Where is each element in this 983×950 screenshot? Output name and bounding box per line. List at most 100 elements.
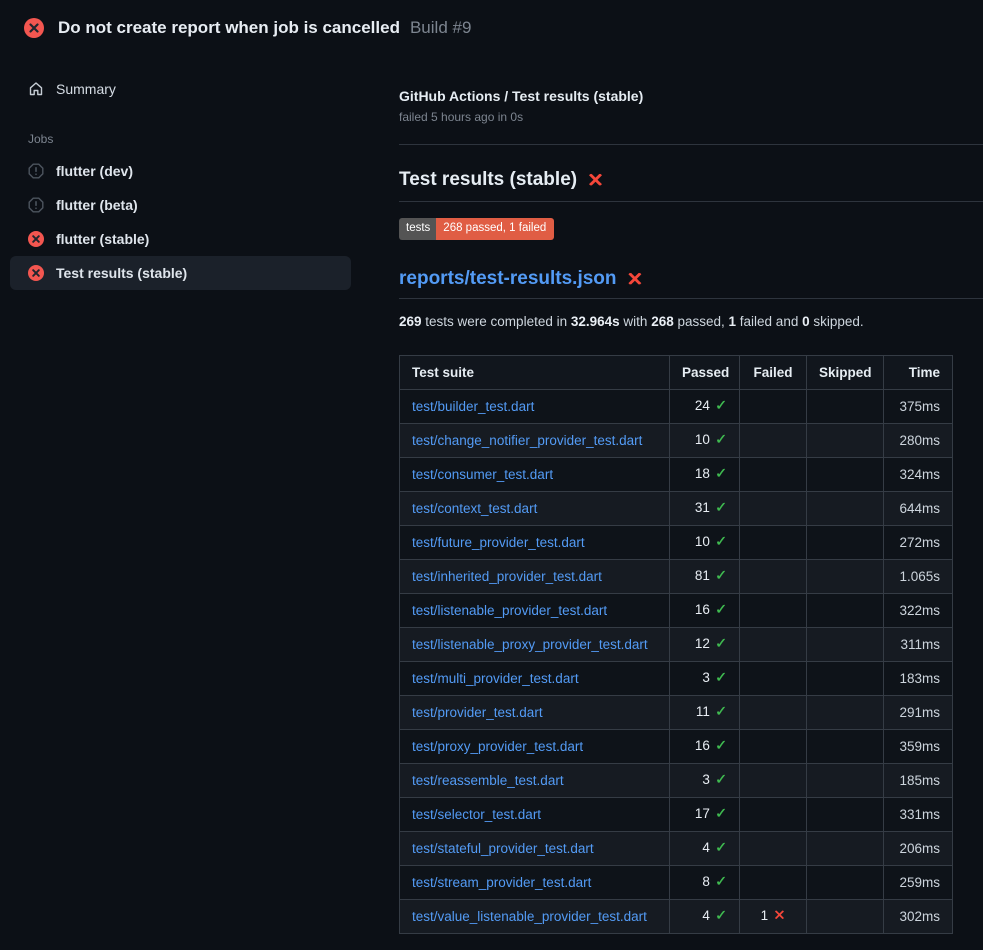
- cell-failed: [740, 627, 807, 661]
- cell-skipped: [807, 491, 884, 525]
- cell-time: 272ms: [884, 525, 953, 559]
- count-value: 3: [702, 670, 710, 685]
- column-header-failed: Failed: [740, 355, 807, 389]
- section-title: Test results (stable) ✕: [399, 169, 983, 202]
- jobs-section-label: Jobs: [28, 132, 351, 146]
- cell-skipped: [807, 763, 884, 797]
- run-status-line: failed 5 hours ago in 0s: [399, 110, 983, 124]
- cell-time: 324ms: [884, 457, 953, 491]
- table-header-row: Test suite Passed Failed Skipped Time: [400, 355, 953, 389]
- section-title-text: Test results (stable): [399, 169, 577, 191]
- report-file-link[interactable]: reports/test-results.json: [399, 268, 617, 290]
- test-suite-link[interactable]: test/context_test.dart: [412, 501, 537, 516]
- job-failed-icon: [28, 265, 44, 281]
- cell-passed: 24 ✓: [670, 389, 740, 423]
- cell-failed: 1✕: [740, 899, 807, 933]
- cell-failed: [740, 865, 807, 899]
- tests-badge-label: tests: [399, 218, 436, 240]
- check-icon: ✓: [715, 636, 727, 652]
- cell-skipped: [807, 865, 884, 899]
- cell-passed: 16✓: [670, 593, 740, 627]
- report-title: reports/test-results.json ✕: [399, 268, 983, 299]
- cell-failed: [740, 423, 807, 457]
- count-value: 24: [695, 398, 710, 413]
- test-suite-link[interactable]: test/multi_provider_test.dart: [412, 671, 579, 686]
- table-row: test/proxy_provider_test.dart16✓359ms: [400, 729, 953, 763]
- check-icon: ✓: [715, 602, 727, 618]
- job-failed-icon: [28, 231, 44, 247]
- sidebar-job-item-2[interactable]: flutter (stable): [10, 222, 351, 256]
- test-results-table: Test suite Passed Failed Skipped Time te…: [399, 355, 953, 934]
- cell-time: 322ms: [884, 593, 953, 627]
- cell-skipped: [807, 389, 884, 423]
- test-suite-link[interactable]: test/change_notifier_provider_test.dart: [412, 433, 642, 448]
- count-value: 8: [702, 874, 710, 889]
- count-value: 4: [702, 840, 710, 855]
- table-row: test/reassemble_test.dart3✓185ms: [400, 763, 953, 797]
- count-value: 11: [696, 704, 710, 719]
- test-suite-link[interactable]: test/proxy_provider_test.dart: [412, 739, 583, 754]
- cell-test-suite: test/change_notifier_provider_test.dart: [400, 423, 670, 457]
- check-icon: ✓: [715, 738, 727, 754]
- table-row: test/multi_provider_test.dart3✓183ms: [400, 661, 953, 695]
- summary-segment: failed and: [736, 314, 802, 329]
- build-title: Do not create report when job is cancell…: [58, 18, 400, 38]
- count-value: 12: [695, 636, 710, 651]
- cell-passed: 10✓: [670, 525, 740, 559]
- sidebar-job-item-0[interactable]: flutter (dev): [10, 154, 351, 188]
- count-value: 10: [695, 432, 710, 447]
- test-suite-link[interactable]: test/builder_test.dart: [412, 399, 534, 414]
- test-suite-link[interactable]: test/value_listenable_provider_test.dart: [412, 909, 647, 924]
- cell-passed: 11✓: [670, 695, 740, 729]
- cell-test-suite: test/consumer_test.dart: [400, 457, 670, 491]
- summary-segment: 269: [399, 314, 422, 329]
- cell-passed: 8✓: [670, 865, 740, 899]
- check-icon: ✓: [715, 874, 727, 890]
- cell-test-suite: test/value_listenable_provider_test.dart: [400, 899, 670, 933]
- cell-time: 185ms: [884, 763, 953, 797]
- count-value: 3: [702, 772, 710, 787]
- cell-passed: 81✓: [670, 559, 740, 593]
- cell-time: 302ms: [884, 899, 953, 933]
- test-suite-link[interactable]: test/listenable_proxy_provider_test.dart: [412, 637, 648, 652]
- main-content: GitHub Actions / Test results (stable) f…: [399, 56, 983, 934]
- sidebar-job-item-1[interactable]: flutter (beta): [10, 188, 351, 222]
- cell-failed: [740, 559, 807, 593]
- cell-skipped: [807, 729, 884, 763]
- sidebar-item-summary[interactable]: Summary: [10, 72, 351, 106]
- test-suite-link[interactable]: test/consumer_test.dart: [412, 467, 553, 482]
- cell-time: 331ms: [884, 797, 953, 831]
- summary-segment: with: [620, 314, 652, 329]
- check-icon: ✓: [715, 398, 727, 414]
- summary-segment: 32.964s: [571, 314, 620, 329]
- job-neutral-icon: [28, 163, 44, 179]
- test-suite-link[interactable]: test/listenable_provider_test.dart: [412, 603, 607, 618]
- test-suite-link[interactable]: test/stateful_provider_test.dart: [412, 841, 594, 856]
- test-suite-link[interactable]: test/reassemble_test.dart: [412, 773, 564, 788]
- table-row: test/selector_test.dart17✓331ms: [400, 797, 953, 831]
- check-icon: ✓: [715, 908, 727, 924]
- summary-segment: 0: [802, 314, 810, 329]
- test-suite-link[interactable]: test/provider_test.dart: [412, 705, 543, 720]
- test-suite-link[interactable]: test/future_provider_test.dart: [412, 535, 585, 550]
- cell-test-suite: test/listenable_proxy_provider_test.dart: [400, 627, 670, 661]
- check-icon: ✓: [715, 670, 727, 686]
- cell-test-suite: test/context_test.dart: [400, 491, 670, 525]
- cell-skipped: [807, 559, 884, 593]
- cell-time: 291ms: [884, 695, 953, 729]
- build-header: Do not create report when job is cancell…: [0, 0, 983, 56]
- test-suite-link[interactable]: test/stream_provider_test.dart: [412, 875, 591, 890]
- sidebar-job-item-3[interactable]: Test results (stable): [10, 256, 351, 290]
- test-summary-line: 269 tests were completed in 32.964s with…: [399, 313, 983, 331]
- check-icon: ✓: [715, 500, 727, 516]
- test-suite-link[interactable]: test/inherited_provider_test.dart: [412, 569, 602, 584]
- cell-time: 206ms: [884, 831, 953, 865]
- job-label: flutter (beta): [56, 197, 138, 213]
- cell-skipped: [807, 593, 884, 627]
- cell-failed: [740, 695, 807, 729]
- cell-failed: [740, 729, 807, 763]
- summary-segment: 1: [729, 314, 737, 329]
- sidebar-summary-label: Summary: [56, 81, 116, 97]
- column-header-time: Time: [884, 355, 953, 389]
- test-suite-link[interactable]: test/selector_test.dart: [412, 807, 541, 822]
